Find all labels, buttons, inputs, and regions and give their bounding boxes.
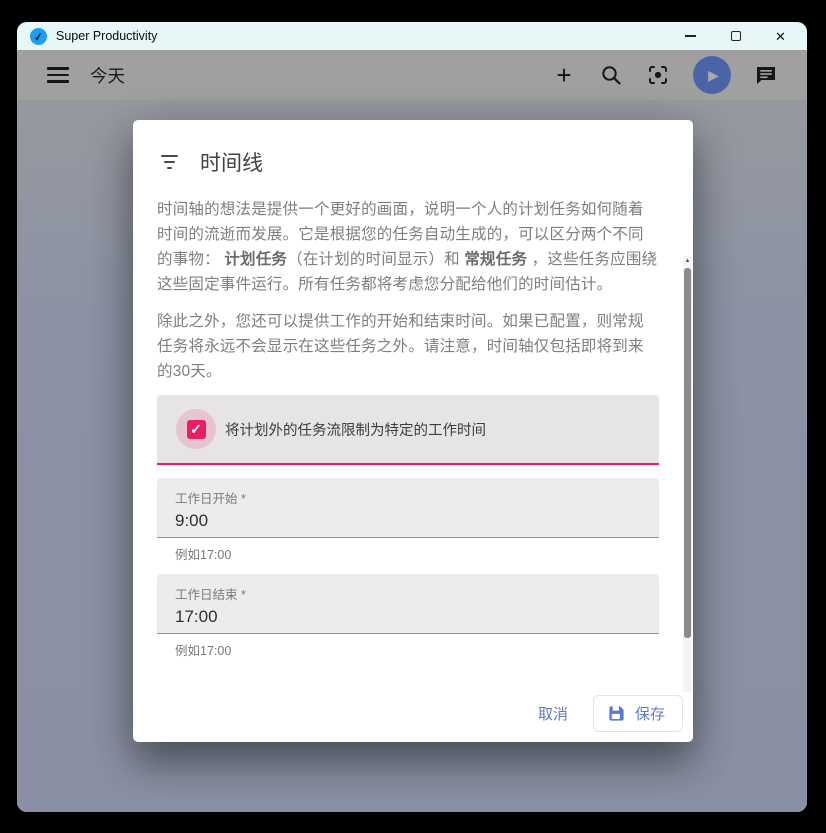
filter-icon: [160, 155, 178, 169]
timeline-dialog: 时间线 时间轴的想法是提供一个更好的画面，说明一个人的计划任务如何随着时间的流逝…: [133, 120, 693, 742]
dialog-content: 时间轴的想法是提供一个更好的画面，说明一个人的计划任务如何随着时间的流逝而发展。…: [133, 181, 693, 692]
scroll-up-icon[interactable]: ▲: [683, 256, 692, 266]
intro-paragraph: 时间轴的想法是提供一个更好的画面，说明一个人的计划任务如何随着时间的流逝而发展。…: [157, 197, 659, 297]
workday-start-group: 工作日开始 * 9:00 例如17:00: [157, 478, 659, 563]
logo-check-glyph: ✓: [33, 28, 45, 43]
save-button[interactable]: 保存: [593, 695, 683, 732]
dialog-footer: 取消 保存: [133, 692, 693, 742]
app-window: ✓ Super Productivity ✕ 今天 +: [17, 22, 807, 812]
regular-tasks-term: 常规任务: [464, 251, 527, 268]
window-titlebar: ✓ Super Productivity ✕: [17, 22, 807, 50]
check-glyph: ✓: [190, 421, 202, 438]
workday-start-label: 工作日开始 *: [175, 488, 659, 507]
maximize-button[interactable]: [713, 22, 758, 50]
save-icon: [607, 704, 626, 723]
scrollbar-thumb[interactable]: [684, 268, 691, 638]
close-button[interactable]: ✕: [758, 22, 803, 50]
maximize-icon: [731, 31, 741, 41]
app-logo-icon: ✓: [29, 26, 48, 45]
workday-end-label: 工作日结束 *: [175, 584, 659, 603]
checkbox-checked-icon: ✓: [187, 420, 206, 439]
workday-start-value: 9:00: [175, 511, 659, 531]
intro-text: （在计划的时间显示）和: [287, 251, 464, 268]
dialog-header: 时间线: [133, 120, 693, 181]
workday-end-input[interactable]: 工作日结束 * 17:00: [157, 574, 659, 634]
dialog-title: 时间线: [200, 147, 263, 177]
close-icon: ✕: [775, 30, 786, 43]
worktime-paragraph: 除此之外，您还可以提供工作的开始和结束时间。如果已配置，则常规任务将永远不会显示…: [157, 309, 659, 384]
minimize-button[interactable]: [668, 22, 713, 50]
workday-end-hint: 例如17:00: [175, 640, 659, 659]
workday-end-value: 17:00: [175, 607, 659, 627]
checkbox-label: 将计划外的任务流限制为特定的工作时间: [225, 419, 486, 440]
workday-start-hint: 例如17:00: [175, 544, 659, 563]
scheduled-tasks-term: 计划任务: [224, 251, 287, 268]
window-title: Super Productivity: [56, 29, 157, 43]
cancel-button[interactable]: 取消: [520, 695, 586, 732]
minimize-icon: [685, 35, 696, 37]
workday-end-group: 工作日结束 * 17:00 例如17:00: [157, 574, 659, 659]
checkbox-ripple: ✓: [176, 409, 216, 449]
restrict-worktime-checkbox[interactable]: ✓ 将计划外的任务流限制为特定的工作时间: [157, 395, 659, 465]
dialog-scrollbar[interactable]: ▲ ▼: [683, 256, 692, 692]
window-controls: ✕: [668, 22, 803, 50]
workday-start-input[interactable]: 工作日开始 * 9:00: [157, 478, 659, 538]
save-button-label: 保存: [635, 703, 665, 724]
